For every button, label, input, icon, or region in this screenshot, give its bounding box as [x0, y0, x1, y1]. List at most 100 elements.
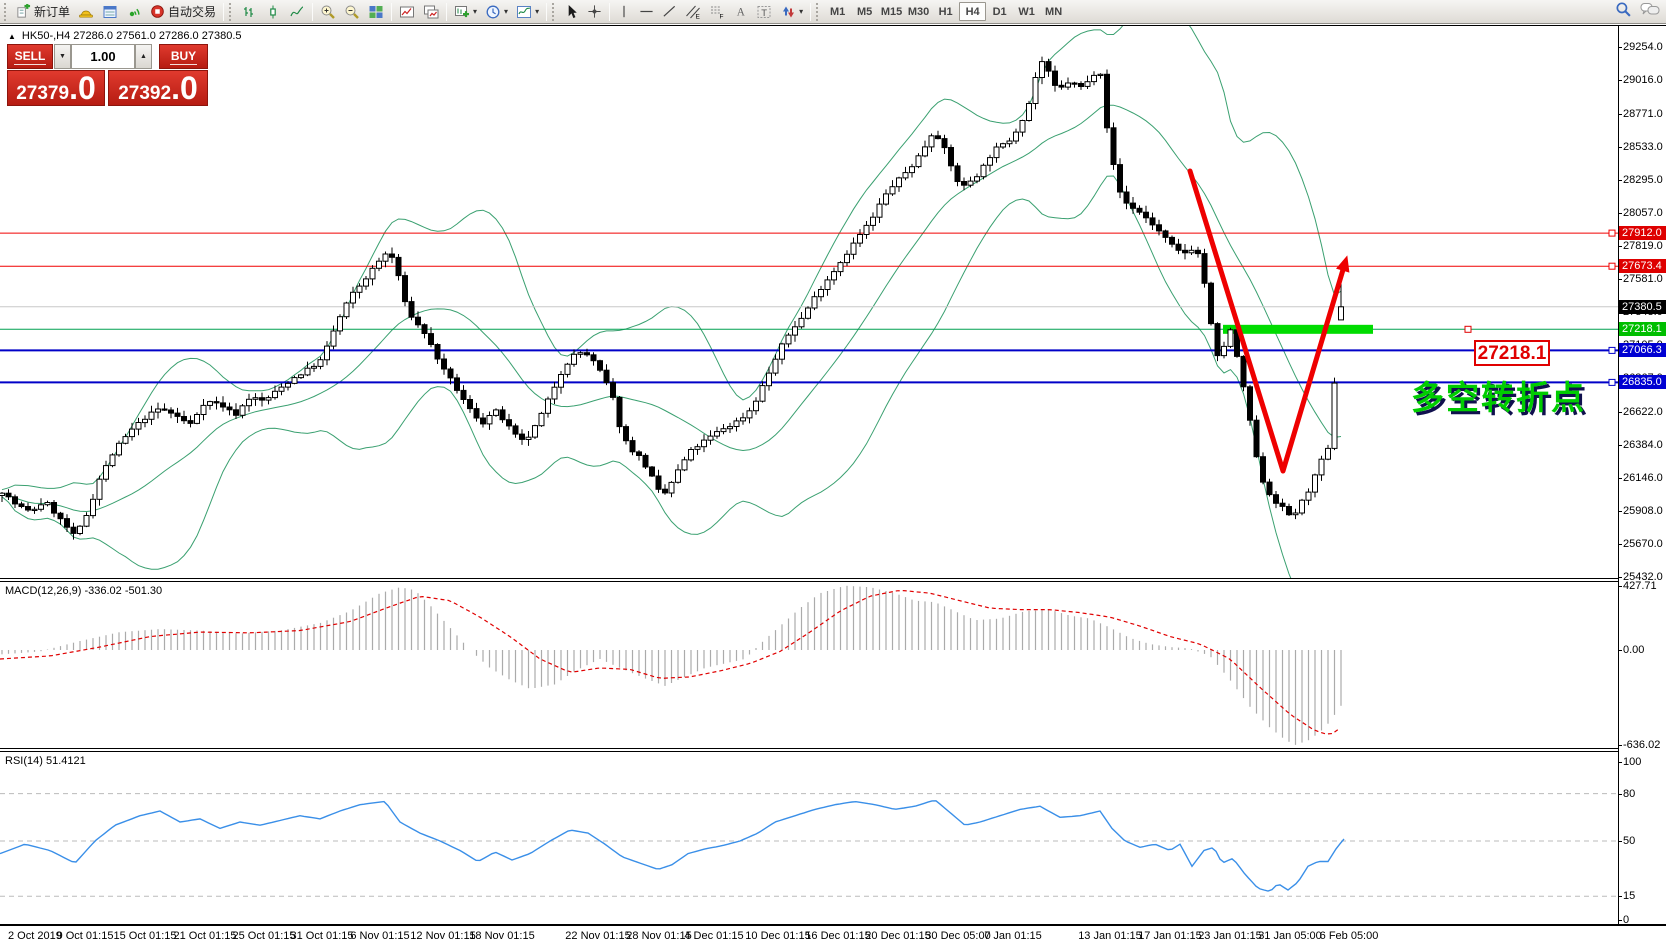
buy-price-button[interactable]: 27392 .0	[108, 70, 208, 106]
bar-chart-icon	[241, 4, 257, 20]
new-chart-button[interactable]: ▾	[450, 1, 481, 22]
toolbar-separator	[391, 2, 393, 21]
vertical-line-button[interactable]	[613, 1, 635, 22]
date-tick-label: 31 Oct 01:15	[290, 930, 354, 942]
fibonacci-button[interactable]: F	[705, 1, 729, 22]
axis-tick	[1619, 411, 1622, 413]
macd-chart[interactable]	[0, 582, 1618, 748]
equidistant-channel-button[interactable]: E	[681, 1, 705, 22]
timeframe-button-h1[interactable]: H1	[932, 2, 959, 21]
tile-windows-icon	[368, 4, 384, 20]
svg-text:A: A	[737, 7, 746, 19]
price-chart-pane[interactable]	[0, 26, 1618, 578]
axis-tick	[1619, 577, 1622, 578]
price-tick-label: 27581.0	[1623, 272, 1663, 285]
hard-hat-icon	[78, 4, 94, 20]
bar-chart-button[interactable]	[237, 1, 261, 22]
fibonacci-icon: F	[709, 4, 725, 20]
rsi-indicator-pane[interactable]	[0, 752, 1618, 924]
autotrading-button[interactable]: 自动交易	[146, 1, 220, 22]
toolbar-separator	[609, 2, 611, 21]
arrows-tools-button[interactable]: ▾	[776, 1, 807, 22]
rsi-chart[interactable]	[0, 752, 1618, 924]
zoom-in-button[interactable]	[316, 1, 340, 22]
timeframe-button-h4[interactable]: H4	[959, 2, 987, 21]
axis-tick	[1619, 650, 1622, 651]
price-level-label: 27673.4	[1619, 259, 1666, 274]
date-tick-label: 6 Feb 05:00	[1319, 930, 1379, 942]
toolbar-separator	[312, 2, 314, 21]
candlestick-chart-button[interactable]	[261, 1, 285, 22]
price-tick-label: 29254.0	[1623, 41, 1663, 53]
axis-tick	[1619, 146, 1622, 148]
new-order-button[interactable]: 新订单	[12, 1, 74, 22]
sell-label: SELL	[13, 48, 47, 65]
timeframe-button-mn[interactable]: MN	[1040, 2, 1067, 21]
buy-label: BUY	[169, 48, 198, 65]
volume-decrease-button[interactable]: ▼	[54, 44, 71, 69]
collapse-panel-icon[interactable]: ▲	[8, 32, 16, 41]
tile-windows-button[interactable]	[364, 1, 388, 22]
arrows-tools-icon	[780, 4, 796, 20]
timeframe-button-m5[interactable]: M5	[851, 2, 878, 21]
text-label-button[interactable]: T	[752, 1, 776, 22]
date-tick-label: 23 Jan 01:15	[1198, 930, 1262, 942]
time-axis[interactable]: 2 Oct 2019 9 Oct 01:15 15 Oct 01:15 21 Oct …	[0, 926, 1666, 948]
date-tick-label: 17 Jan 01:15	[1138, 930, 1202, 942]
date-tick-label: 10 Dec 01:15	[745, 930, 811, 942]
timeframe-button-w1[interactable]: W1	[1013, 2, 1040, 21]
zoom-out-button[interactable]	[340, 1, 364, 22]
svg-text:F: F	[720, 13, 724, 20]
date-tick-label: 12 Nov 01:15	[410, 930, 476, 942]
zoom-in-icon	[320, 4, 336, 20]
timeframe-button-m15[interactable]: M15	[878, 2, 905, 21]
arrange-windows-button[interactable]	[419, 1, 443, 22]
trendline-button[interactable]	[658, 1, 681, 22]
line-chart-button[interactable]	[285, 1, 309, 22]
search-icon[interactable]	[1615, 1, 1632, 23]
price-axis[interactable]: 29254.0 29016.0 28771.0 28533.0 28295.0 28057…	[1618, 26, 1666, 926]
date-tick-label: 18 Nov 01:15	[469, 930, 535, 942]
sell-price-button[interactable]: 27379 .0	[7, 70, 105, 106]
horizontal-line-button[interactable]	[635, 1, 658, 22]
date-tick-label: 13 Jan 01:15	[1078, 930, 1142, 942]
signals-button[interactable]	[122, 1, 146, 22]
macd-scale-label: -636.02	[1623, 739, 1661, 752]
market-watch-icon	[102, 4, 118, 20]
date-tick-label: 15 Oct 01:15	[113, 930, 177, 942]
autotrading-label: 自动交易	[168, 5, 217, 19]
sell-button[interactable]: SELL	[7, 44, 53, 69]
toolbar-grip[interactable]	[552, 2, 557, 21]
candlestick-chart[interactable]	[0, 26, 1618, 578]
date-tick-label: 31 Jan 05:00	[1258, 930, 1322, 942]
toolbar-grip[interactable]	[4, 2, 9, 21]
toolbar-grip[interactable]	[229, 2, 234, 21]
chat-icon[interactable]	[1640, 1, 1660, 23]
auto-arrange-button[interactable]	[395, 1, 419, 22]
rsi-scale-label: 100	[1623, 756, 1642, 768]
date-tick-label: 21 Oct 01:15	[173, 930, 237, 942]
toolbar-grip[interactable]	[816, 2, 821, 21]
period-button[interactable]: ▾	[481, 1, 512, 22]
horizontal-line-icon	[639, 4, 654, 19]
crosshair-button[interactable]	[583, 1, 606, 22]
macd-indicator-pane[interactable]	[0, 582, 1618, 748]
template-button[interactable]: ▾	[512, 1, 543, 22]
price-tick-label: 28533.0	[1623, 140, 1663, 153]
timeframe-button-d1[interactable]: D1	[986, 2, 1013, 21]
text-button[interactable]: A	[729, 1, 752, 22]
cursor-button[interactable]	[560, 1, 583, 22]
svg-text:E: E	[696, 13, 701, 20]
text-label-icon: T	[756, 4, 772, 20]
timeframe-button-m1[interactable]: M1	[824, 2, 851, 21]
profiles-button[interactable]	[74, 1, 98, 22]
auto-arrange-icon	[399, 4, 415, 20]
market-watch-button[interactable]	[98, 1, 122, 22]
buy-button[interactable]: BUY	[159, 44, 208, 69]
price-level-label: 26835.0	[1619, 375, 1666, 390]
axis-tick	[1619, 762, 1622, 763]
timeframe-toolbar: M1 M5 M15 M30 H1 H4 D1 W1 MN	[824, 2, 1067, 21]
timeframe-button-m30[interactable]: M30	[905, 2, 932, 21]
volume-input[interactable]	[71, 44, 135, 69]
volume-increase-button[interactable]: ▲	[135, 44, 152, 69]
